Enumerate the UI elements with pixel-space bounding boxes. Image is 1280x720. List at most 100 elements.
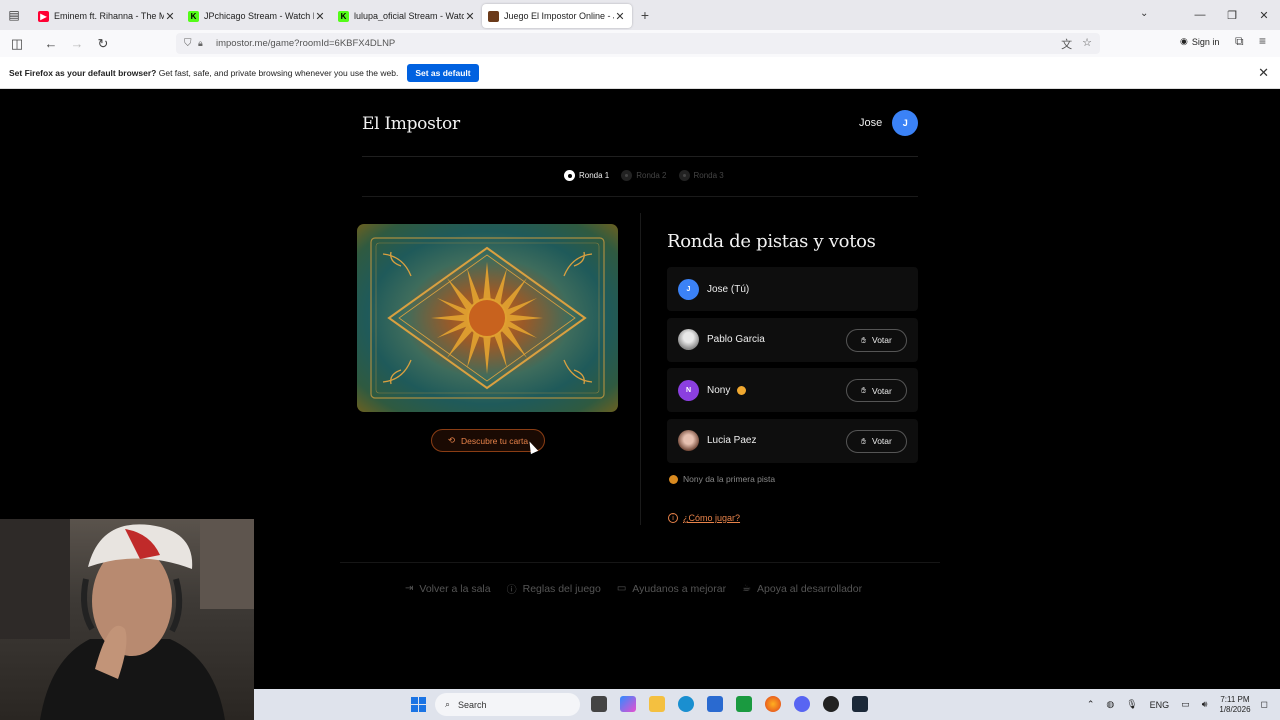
bookmark-star-icon[interactable]: ☆ [1082,36,1092,52]
close-tab-icon[interactable]: ✕ [464,10,476,23]
set-as-default-button[interactable]: Set as default [407,63,479,82]
player-card-back[interactable] [357,224,618,412]
clock[interactable]: 7:11 PM 1/8/2026 [1219,695,1250,715]
sidebar-toggle-icon[interactable]: ◫ [5,32,29,56]
back-icon[interactable]: ← [39,32,63,56]
file-explorer-icon[interactable] [649,696,665,712]
round-label: Ronda 2 [636,171,667,180]
obs-icon[interactable] [823,696,839,712]
xbox-icon[interactable] [736,696,752,712]
reload-icon[interactable]: ↻ [91,32,115,56]
youtube-icon: ▶ [38,10,49,22]
discord-icon[interactable] [794,696,810,712]
round-dot [678,170,690,181]
microphone-icon[interactable]: 🎙︎ [1126,699,1137,710]
browser-tab[interactable]: K lulupa_oficial Stream - Watch Li ✕ [332,4,482,28]
vote-button[interactable]: ✋︎ Votar [846,328,907,352]
player-avatar [678,329,699,350]
notifications-icon[interactable]: ◻ [1261,699,1268,710]
lock-icon[interactable]: 🔒︎ [198,38,212,49]
tab-title: lulupa_oficial Stream - Watch Li [354,11,464,21]
footer-back-to-room[interactable]: ⇥ Volver a la sala [405,581,491,596]
new-tab-icon[interactable]: + [632,7,658,23]
vote-label: Votar [872,335,892,345]
footer-label: Volver a la sala [419,582,491,595]
footer-feedback[interactable]: ▭ Ayudanos a mejorar [617,581,726,596]
section-title: Ronda de pistas y votos [667,231,876,252]
user-avatar[interactable]: J [892,110,919,136]
language-indicator[interactable]: ENG [1150,700,1170,710]
divider [362,156,918,157]
restore-icon[interactable]: ❐ [1216,9,1248,22]
network-icon[interactable]: ◍ [1106,699,1114,710]
tab-title: Juego El Impostor Online - Jug [504,11,614,21]
display-icon[interactable]: ▭ [1181,699,1190,710]
player-row: Pablo Garcia ✋︎ Votar [667,317,918,362]
browser-tab-active[interactable]: Juego El Impostor Online - Jug ✕ [482,4,632,28]
extensions-icon[interactable]: ⧉ [1235,34,1244,49]
store-icon[interactable] [707,696,723,712]
turn-indicator-icon [737,385,747,395]
browser-tab[interactable]: ▶ Eminem ft. Rihanna - The Mons ✕ [32,4,182,28]
account-icon: ◉ [1180,36,1188,46]
player-row: J Jose (Tú) [667,267,918,311]
sign-in-button[interactable]: ◉ Sign in [1180,36,1219,47]
chevron-down-icon[interactable]: ⌄ [1140,8,1148,19]
round-label: Ronda 3 [693,171,724,180]
tab-list-icon[interactable]: ▤ [0,0,28,30]
edge-icon[interactable] [678,696,694,712]
shield-icon[interactable]: ⛉ [184,38,198,49]
forward-icon[interactable]: → [65,32,89,56]
close-window-icon[interactable]: ✕ [1248,9,1280,22]
close-tab-icon[interactable]: ✕ [314,10,326,23]
url-bar[interactable]: ⛉ 🔒︎ impostor.me/game?roomId=6KBFX4DLNP … [176,33,1100,54]
windows-start-icon[interactable] [411,697,426,712]
minimize-icon[interactable]: — [1184,9,1216,21]
search-icon: ⌕ [445,699,451,709]
sun-emblem-icon [370,237,605,399]
player-avatar: N [678,379,699,401]
refresh-icon: ⟲ [447,435,456,445]
search-label: Search [458,699,487,710]
close-notification-icon[interactable]: ✕ [1258,65,1269,81]
vote-button[interactable]: ✋︎ Votar [846,429,907,453]
round-step-1: Ronda 1 [564,170,609,181]
clock-date: 1/8/2026 [1219,704,1251,714]
footer-label: Apoya al desarrollador [757,582,863,595]
tab-title: Eminem ft. Rihanna - The Mons [54,11,164,21]
notification-text: Get fast, safe, and private browsing whe… [158,67,399,78]
tab-bar: ▤ ▶ Eminem ft. Rihanna - The Mons ✕ K JP… [0,0,1280,30]
how-to-play-link[interactable]: i ¿Cómo jugar? [668,513,740,523]
user-menu[interactable]: Jose J [859,110,919,136]
logout-icon: ⇥ [405,583,414,594]
chevron-up-icon[interactable]: ⌃ [1087,699,1095,710]
vertical-divider [640,213,641,525]
footer-label: Ayudanos a mejorar [632,582,727,595]
close-tab-icon[interactable]: ✕ [164,10,176,23]
brand-title[interactable]: El Impostor [362,114,460,134]
vote-button[interactable]: ✋︎ Votar [846,379,907,402]
default-browser-notification: Set Firefox as your default browser? Get… [0,57,1280,89]
vote-label: Votar [872,385,892,396]
notification-bold: Set Firefox as your default browser? [9,67,157,78]
close-tab-icon[interactable]: ✕ [614,10,626,23]
hint-text: Nony da la primera pista [683,474,776,484]
translate-icon[interactable]: 文 [1061,36,1072,52]
coffee-icon: ☕︎ [742,583,752,594]
copilot-icon[interactable] [620,696,636,712]
browser-tab[interactable]: K JPchicago Stream - Watch Live ✕ [182,4,332,28]
taskbar-search[interactable]: ⌕ Search [435,693,580,716]
menu-icon[interactable]: ≡ [1259,34,1266,48]
windows-taskbar: ⌕ Search ⌃ ◍ 🎙︎ ENG ▭ 🔊︎ 7:11 PM 1/8/2026… [254,689,1280,720]
task-view-icon[interactable] [591,696,607,712]
volume-icon[interactable]: 🔊︎ [1202,699,1208,710]
hand-icon: ✋︎ [861,385,866,395]
firefox-icon[interactable] [765,696,781,712]
how-to-play-label: ¿Cómo jugar? [683,513,741,523]
footer-support[interactable]: ☕︎ Apoya al desarrollador [742,581,862,596]
footer-rules[interactable]: ⓘ Reglas del juego [507,581,601,597]
kick-icon: K [188,10,199,22]
steam-icon[interactable] [852,696,868,712]
round-stepper: Ronda 1 Ronda 2 Ronda 3 [564,170,724,181]
webcam-overlay [0,519,254,720]
